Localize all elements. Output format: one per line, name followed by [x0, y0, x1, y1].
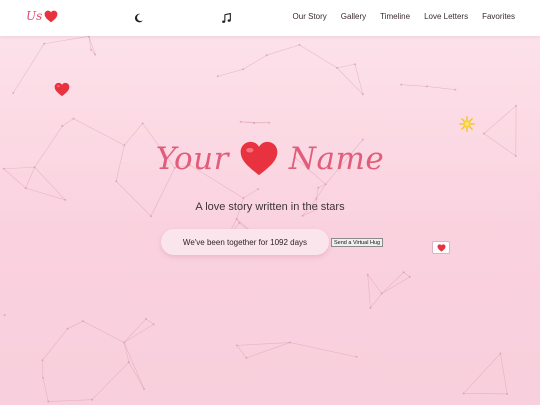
constellation-stars: [2, 35, 518, 403]
nav-link-favorites[interactable]: Favorites: [482, 12, 515, 21]
logo[interactable]: Us: [26, 9, 58, 23]
heart-icon: [44, 10, 58, 22]
days-together-text: We've been together for 1092 days: [182, 237, 308, 247]
hero-tagline: A love story written in the stars: [195, 201, 345, 213]
nav-link-timeline[interactable]: Timeline: [380, 12, 410, 21]
hero-title-second-name: Name: [288, 140, 385, 177]
nav-link-love-letters[interactable]: Love Letters: [424, 12, 468, 21]
music-toggle-button[interactable]: [218, 10, 234, 26]
music-note-icon: [221, 12, 231, 23]
sparkle-icon: [459, 116, 475, 132]
moon-icon: [134, 13, 143, 23]
send-virtual-hug-button[interactable]: Send a Virtual Hug: [331, 238, 384, 247]
logo-text: Us: [26, 9, 43, 23]
nav-links: Our Story Gallery Timeline Love Letters …: [293, 12, 515, 21]
heart-icon: [240, 141, 278, 176]
hero-title: Your Name: [0, 140, 540, 177]
hero-title-first-name: Your: [155, 140, 229, 177]
constellation-lines: [3, 36, 517, 402]
days-together-badge: We've been together for 1092 days: [161, 229, 329, 255]
nav-link-our-story[interactable]: Our Story: [293, 12, 327, 21]
heart-icon: [437, 243, 445, 252]
floating-heart-icon: [54, 82, 70, 97]
nav-link-gallery[interactable]: Gallery: [341, 12, 366, 21]
top-navbar: Us Our Story Gallery Timeline Love Lette…: [0, 0, 540, 36]
theme-toggle-button[interactable]: [131, 10, 147, 26]
mini-heart-button[interactable]: [432, 241, 450, 254]
